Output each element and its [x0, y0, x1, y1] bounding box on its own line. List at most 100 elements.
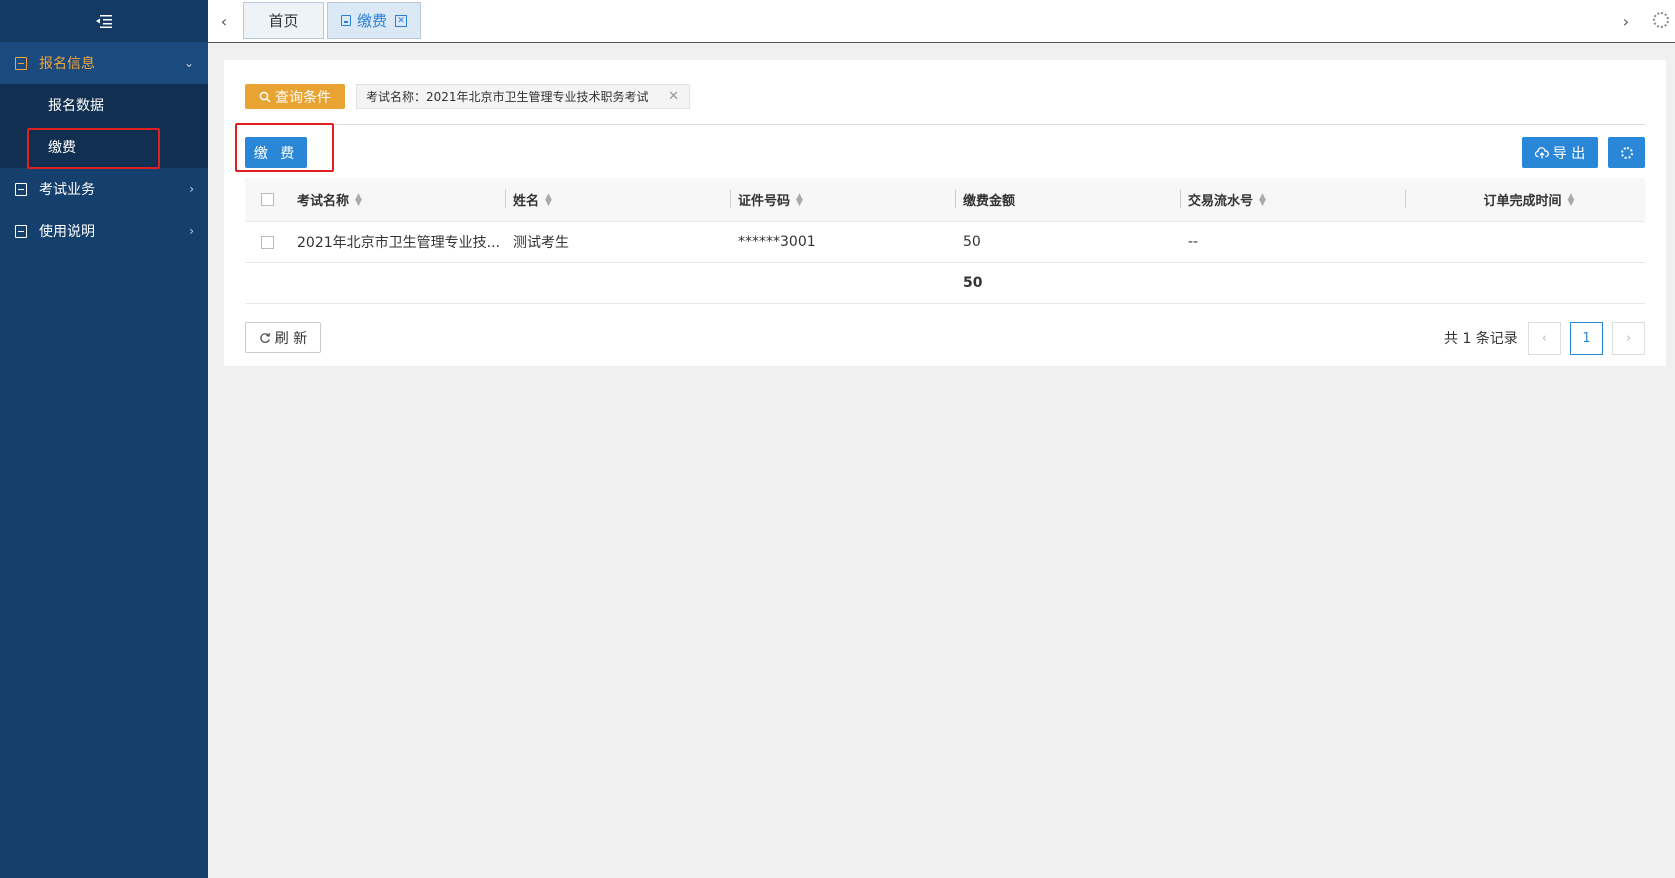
- sort-icon[interactable]: ▲ ▼: [545, 192, 552, 207]
- sidebar-item-label: 缴费: [48, 140, 76, 156]
- next-page-button[interactable]: ›: [1612, 322, 1645, 355]
- sort-icon[interactable]: ▲ ▼: [796, 192, 803, 207]
- cell-text: --: [1188, 234, 1199, 250]
- column-header-name[interactable]: 姓名 ▲ ▼: [505, 178, 730, 221]
- book-icon: [15, 56, 27, 70]
- book-icon: [15, 224, 27, 238]
- gear-icon: [1620, 146, 1633, 159]
- cell-id-number: ******3001: [730, 222, 955, 262]
- search-icon: [259, 91, 271, 103]
- table-row[interactable]: 2021年北京市卫生管理专业技... 测试考生 ******3001 50 --: [245, 222, 1645, 263]
- refresh-button-label: 刷 新: [274, 330, 308, 347]
- column-header-amount: 缴费金额: [955, 178, 1180, 221]
- chevron-right-icon: ›: [1625, 331, 1632, 346]
- cell-text: 50: [963, 234, 981, 250]
- sidebar: 报名信息 ⌄ 报名数据 缴费 考试业务 › 使用说明 ›: [0, 0, 208, 878]
- cell-name: 测试考生: [505, 222, 730, 262]
- column-header-exam-name[interactable]: 考试名称 ▲ ▼: [289, 178, 505, 221]
- column-header-id-number[interactable]: 证件号码 ▲ ▼: [730, 178, 955, 221]
- export-button[interactable]: 导 出: [1522, 137, 1598, 168]
- cell-completion-time: [1405, 222, 1645, 262]
- table-summary-row: 50: [245, 263, 1645, 304]
- column-header-label: 缴费金额: [963, 194, 1016, 209]
- tab-scroll-right-button[interactable]: ›: [1612, 0, 1640, 42]
- divider: [245, 124, 1645, 125]
- summary-spacer: [289, 263, 505, 303]
- book-icon: [340, 15, 351, 26]
- query-conditions-label: 查询条件: [275, 89, 331, 106]
- cell-text: 2021年北京市卫生管理专业技...: [297, 235, 500, 251]
- prev-page-button[interactable]: ‹: [1528, 322, 1561, 355]
- sidebar-group-usage-guide[interactable]: 使用说明 ›: [0, 210, 208, 252]
- cloud-upload-icon: [1534, 146, 1549, 158]
- sort-icon[interactable]: ▲ ▼: [1568, 192, 1575, 207]
- sidebar-group-label: 考试业务: [39, 182, 95, 198]
- summary-spacer: [1180, 263, 1405, 303]
- sidebar-item-label: 报名数据: [48, 98, 104, 114]
- gear-icon[interactable]: [1653, 12, 1669, 28]
- tab-close-icon[interactable]: ✕: [395, 14, 407, 27]
- filter-condition-text: 考试名称：2021年北京市卫生管理专业技术职务考试: [366, 90, 649, 104]
- tab-scroll-left-button[interactable]: ‹: [210, 0, 238, 42]
- export-button-label: 导 出: [1552, 145, 1586, 162]
- cell-text: 测试考生: [513, 235, 569, 251]
- record-count: 共 1 条记录: [1444, 331, 1518, 347]
- row-checkbox[interactable]: [260, 235, 274, 249]
- chevron-right-icon: ›: [189, 182, 194, 196]
- refresh-icon: [260, 332, 270, 343]
- sidebar-group-registration-info[interactable]: 报名信息 ⌄: [0, 42, 208, 84]
- column-header-label: 交易流水号: [1188, 194, 1254, 209]
- sidebar-item-registration-data[interactable]: 报名数据: [0, 84, 208, 126]
- tab-home[interactable]: 首页: [243, 2, 324, 39]
- column-header-label: 证件号码: [738, 194, 791, 209]
- select-all-cell: [245, 178, 289, 221]
- tab-label: 缴费: [356, 12, 387, 30]
- chevron-right-icon: ›: [189, 224, 194, 238]
- row-select-cell: [245, 222, 289, 262]
- tab-payment[interactable]: 缴费 ✕: [327, 2, 421, 39]
- chevron-left-icon: ‹: [1541, 331, 1548, 346]
- content-panel: 查询条件 考试名称：2021年北京市卫生管理专业技术职务考试 ✕ 缴 费 导 出…: [224, 60, 1666, 366]
- page-number-button[interactable]: 1: [1570, 322, 1603, 355]
- sidebar-item-payment[interactable]: 缴费: [0, 126, 208, 169]
- sidebar-group-label: 报名信息: [39, 56, 95, 72]
- column-header-label: 考试名称: [297, 194, 350, 209]
- sidebar-group-label: 使用说明: [39, 224, 95, 240]
- pay-button-label: 缴 费: [253, 145, 299, 162]
- tab-label: 首页: [268, 12, 299, 30]
- payment-table: 考试名称 ▲ ▼ 姓名 ▲ ▼ 证件号码 ▲ ▼ 缴费金额 交易流水号 ▲ ▼ 订单完成…: [245, 178, 1645, 304]
- pay-button[interactable]: 缴 费: [245, 137, 307, 168]
- summary-total-amount: 50: [955, 263, 1180, 303]
- sidebar-group-exam-business[interactable]: 考试业务 ›: [0, 168, 208, 210]
- select-all-checkbox[interactable]: [260, 193, 274, 206]
- sort-icon[interactable]: ▲ ▼: [355, 192, 362, 207]
- cell-amount: 50: [955, 222, 1180, 262]
- chevron-left-icon: ‹: [220, 11, 228, 31]
- chevron-down-icon: ⌄: [183, 56, 194, 70]
- chevron-right-icon: ›: [1622, 11, 1630, 31]
- page-number: 1: [1582, 331, 1591, 346]
- summary-spacer: [1405, 263, 1645, 303]
- sidebar-collapse-toggle[interactable]: [0, 0, 208, 42]
- tab-bar: ‹ 首页 缴费 ✕ ›: [208, 0, 1675, 43]
- summary-spacer: [505, 263, 730, 303]
- column-header-label: 姓名: [513, 194, 540, 209]
- total-amount-text: 50: [963, 275, 983, 291]
- refresh-button[interactable]: 刷 新: [245, 322, 321, 353]
- column-header-completion-time[interactable]: 订单完成时间 ▲ ▼: [1405, 178, 1645, 221]
- sidebar-submenu: 报名数据 缴费: [0, 84, 208, 169]
- column-header-transaction-no[interactable]: 交易流水号 ▲ ▼: [1180, 178, 1405, 221]
- cell-text: ******3001: [738, 234, 816, 250]
- sort-icon[interactable]: ▲ ▼: [1259, 192, 1266, 207]
- column-header-label: 订单完成时间: [1483, 194, 1562, 209]
- summary-spacer: [245, 263, 289, 303]
- query-conditions-tag[interactable]: 查询条件: [245, 84, 345, 109]
- cell-transaction-no: --: [1180, 222, 1405, 262]
- table-header: 考试名称 ▲ ▼ 姓名 ▲ ▼ 证件号码 ▲ ▼ 缴费金额 交易流水号 ▲ ▼ 订单完成…: [245, 178, 1645, 222]
- summary-spacer: [730, 263, 955, 303]
- cell-exam-name: 2021年北京市卫生管理专业技...: [289, 222, 505, 262]
- column-settings-button[interactable]: [1608, 137, 1645, 168]
- book-icon: [15, 182, 27, 196]
- filter-condition-chip: 考试名称：2021年北京市卫生管理专业技术职务考试 ✕: [356, 84, 690, 109]
- close-icon[interactable]: ✕: [668, 89, 679, 104]
